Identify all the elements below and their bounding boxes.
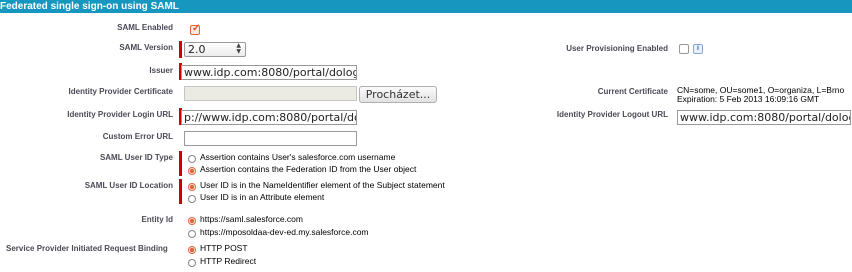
user-id-type-option-federation: Assertion contains the Federation ID fro…: [200, 164, 417, 174]
browse-button[interactable]: Procházet...: [359, 86, 437, 103]
binding-option-post: HTTP POST: [200, 243, 248, 253]
user-id-location-option-attribute: User ID is in an Attribute element: [200, 192, 325, 202]
current-certificate-label: Current Certificate: [597, 87, 668, 96]
entity-id-option-saml: https://saml.salesforce.com: [200, 214, 303, 224]
custom-error-url-label: Custom Error URL: [102, 132, 173, 141]
entity-id-saml-radio[interactable]: [188, 217, 196, 225]
saml-enabled-checkbox[interactable]: [190, 23, 200, 35]
binding-post-radio[interactable]: [188, 246, 196, 254]
user-id-location-option-nameid: User ID is in the NameIdentifier element…: [200, 180, 445, 190]
idp-login-url-input[interactable]: p://www.idp.com:8080/portal/do: [181, 110, 357, 125]
binding-option-redirect: HTTP Redirect: [200, 256, 257, 266]
entity-id-mydomain-radio[interactable]: [188, 230, 196, 238]
info-icon[interactable]: i: [693, 44, 703, 54]
idp-certificate-file-input[interactable]: [184, 86, 357, 101]
required-indicator: [179, 41, 182, 58]
saml-version-label: SAML Version: [119, 43, 173, 52]
section-header: Federated single sign-on using SAML: [0, 0, 852, 13]
user-id-location-attribute-radio[interactable]: [188, 195, 196, 203]
up-down-arrows-icon: ▲ ▼: [236, 42, 241, 55]
user-id-type-federation-radio[interactable]: [188, 167, 196, 175]
binding-redirect-radio[interactable]: [188, 259, 196, 267]
user-provisioning-checkbox[interactable]: [679, 44, 689, 54]
user-id-type-label: SAML User ID Type: [99, 153, 173, 162]
required-indicator: [179, 151, 182, 176]
user-id-location-label: SAML User ID Location: [84, 181, 173, 190]
saml-version-select[interactable]: 2.0 ▲ ▼: [184, 42, 246, 57]
current-certificate-expiration: Expiration: 5 Feb 2013 16:09:16 GMT: [677, 94, 820, 104]
user-id-type-username-radio[interactable]: [188, 155, 196, 163]
custom-error-url-input[interactable]: [184, 131, 357, 146]
saml-version-value: 2.0: [188, 43, 206, 56]
user-provisioning-label: User Provisioning Enabled: [566, 44, 668, 53]
section-title: Federated single sign-on using SAML: [0, 1, 179, 12]
user-id-type-option-username: Assertion contains User's salesforce.com…: [200, 152, 396, 162]
idp-certificate-label: Identity Provider Certificate: [68, 87, 173, 96]
required-indicator: [179, 179, 182, 204]
idp-logout-url-label: Identity Provider Logout URL: [556, 110, 668, 119]
idp-logout-url-input[interactable]: www.idp.com:8080/portal/dologin: [677, 110, 851, 125]
user-id-location-nameid-radio[interactable]: [188, 183, 196, 191]
binding-label: Service Provider Initiated Request Bindi…: [6, 244, 168, 253]
idp-login-url-label: Identity Provider Login URL: [67, 110, 173, 119]
issuer-label: Issuer: [149, 66, 173, 75]
entity-id-label: Entity Id: [141, 215, 173, 224]
issuer-input[interactable]: www.idp.com:8080/portal/dologin: [181, 65, 357, 80]
entity-id-option-mydomain: https://mposoldaa-dev-ed.my.salesforce.c…: [200, 227, 369, 237]
saml-enabled-label: SAML Enabled: [117, 23, 173, 32]
